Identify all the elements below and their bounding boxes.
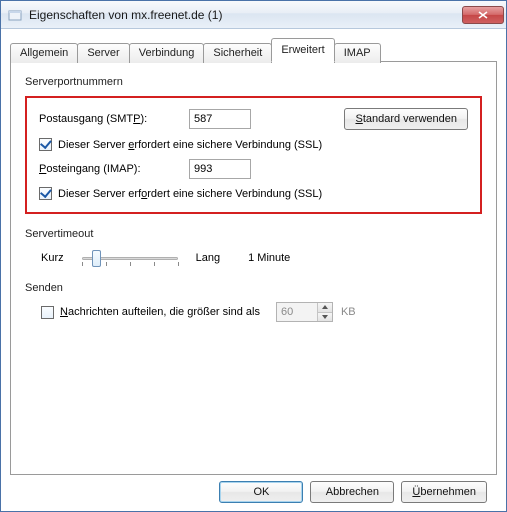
imap-ssl-label: Dieser Server erfordert eine sichere Ver… [58,188,322,200]
window-close-button[interactable] [462,6,504,24]
group-label-send: Senden [25,282,482,294]
split-unit-label: KB [341,306,356,318]
smtp-ssl-label: Dieser Server erfordert eine sichere Ver… [58,139,322,151]
titlebar[interactable]: Eigenschaften von mx.freenet.de (1) [1,1,506,29]
timeout-long-label: Lang [196,252,220,264]
spinner-down[interactable] [318,312,332,322]
tabstrip: Allgemein Server Verbindung Sicherheit E… [10,38,497,62]
tab-server[interactable]: Server [77,43,129,63]
window-title: Eigenschaften von mx.freenet.de (1) [29,8,462,22]
smtp-port-input[interactable] [189,109,251,129]
use-defaults-button[interactable]: Standard verwenden [344,108,468,130]
group-server-ports: Serverportnummern Postausgang (SMTP): St… [25,76,482,214]
chevron-up-icon [322,305,328,309]
properties-dialog: Eigenschaften von mx.freenet.de (1) Allg… [0,0,507,512]
tab-imap[interactable]: IMAP [334,43,381,63]
split-messages-checkbox[interactable] [41,306,54,319]
split-size-spinner[interactable] [276,302,333,322]
close-icon [478,11,488,19]
spinner-up[interactable] [318,303,332,312]
client-area: Allgemein Server Verbindung Sicherheit E… [1,29,506,511]
group-label-ports: Serverportnummern [25,76,482,88]
tab-sicherheit[interactable]: Sicherheit [203,43,272,63]
smtp-ssl-checkbox[interactable] [39,138,52,151]
group-label-timeout: Servertimeout [25,228,482,240]
chevron-down-icon [322,315,328,319]
timeout-short-label: Kurz [41,252,64,264]
tab-erweitert[interactable]: Erweitert [271,38,334,62]
tab-panel-erweitert: Serverportnummern Postausgang (SMTP): St… [10,61,497,475]
dialog-button-row: OK Abbrechen Übernehmen [10,475,497,503]
imap-ssl-checkbox[interactable] [39,187,52,200]
slider-thumb[interactable] [92,250,101,267]
window-icon [7,7,23,23]
timeout-slider[interactable] [82,248,178,268]
apply-button[interactable]: Übernehmen [401,481,487,503]
smtp-label: Postausgang (SMTP): [39,113,189,125]
ok-button[interactable]: OK [219,481,303,503]
imap-port-input[interactable] [189,159,251,179]
split-size-input[interactable] [277,303,317,321]
imap-label: Posteingang (IMAP): [39,163,189,175]
group-server-timeout: Servertimeout Kurz Lang [25,228,482,268]
cancel-button[interactable]: Abbrechen [310,481,394,503]
timeout-value-label: 1 Minute [248,252,290,264]
group-send: Senden Nachrichten aufteilen, die größer… [25,282,482,322]
ports-highlight: Postausgang (SMTP): Standard verwenden D… [25,96,482,214]
tab-verbindung[interactable]: Verbindung [129,43,205,63]
split-messages-label: Nachrichten aufteilen, die größer sind a… [60,306,260,318]
tab-allgemein[interactable]: Allgemein [10,43,78,63]
